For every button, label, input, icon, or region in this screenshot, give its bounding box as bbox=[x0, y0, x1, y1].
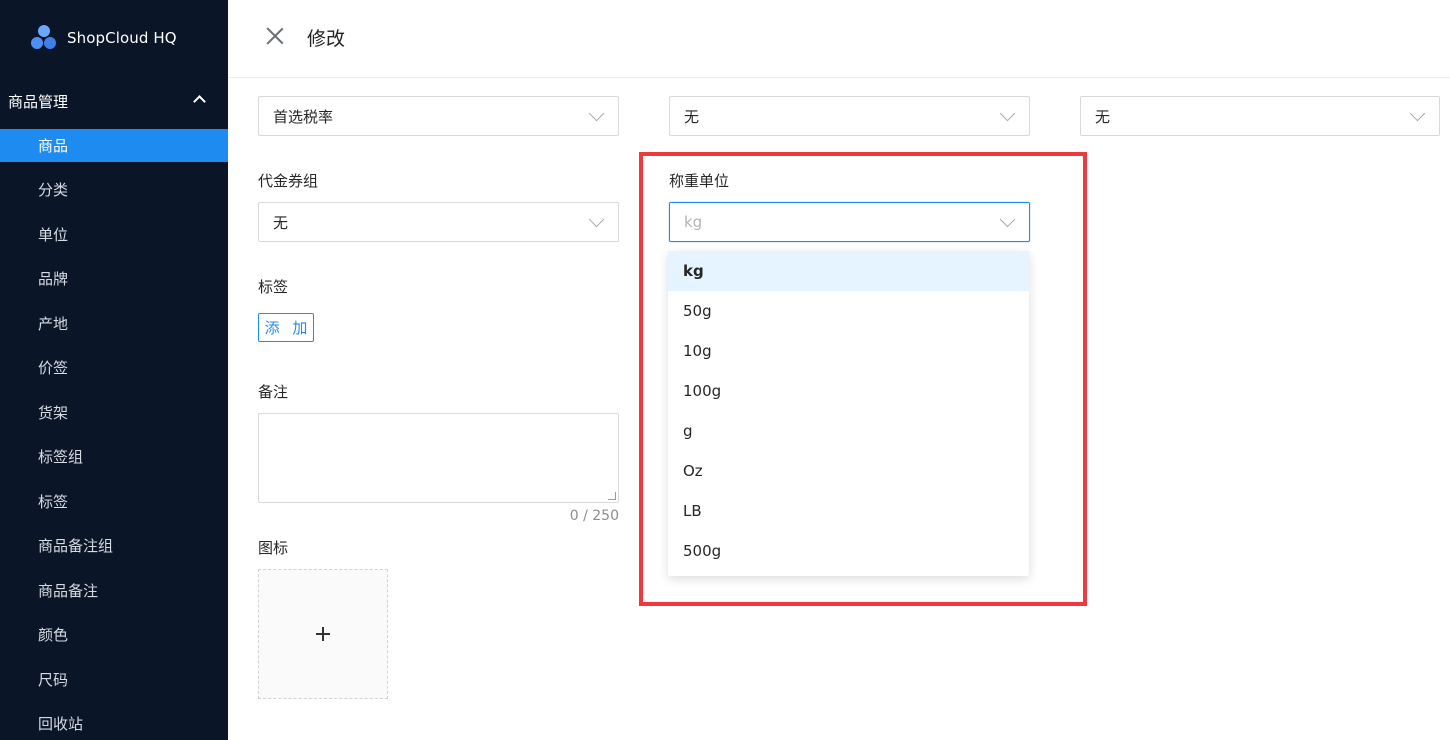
chevron-down-icon bbox=[999, 105, 1016, 122]
chevron-down-icon bbox=[1409, 105, 1426, 122]
resize-handle-icon[interactable] bbox=[608, 492, 616, 500]
sidebar-item-label: 颜色 bbox=[38, 626, 69, 644]
sidebar-item-label: 产地 bbox=[38, 315, 69, 333]
sidebar-item-label: 价签 bbox=[38, 359, 69, 377]
dropdown-option[interactable]: 500g bbox=[668, 531, 1029, 571]
sidebar-item-label: 商品备注组 bbox=[38, 537, 114, 555]
voucher-group-select[interactable]: 无 bbox=[258, 202, 619, 242]
sidebar-item-colors[interactable]: 颜色 bbox=[0, 618, 228, 651]
tags-label: 标签 bbox=[258, 278, 289, 296]
sidebar-item-price-tags[interactable]: 价签 bbox=[0, 351, 228, 384]
chevron-down-icon bbox=[999, 211, 1016, 228]
shopcloud-logo-icon bbox=[30, 25, 58, 51]
sidebar-item-remark-groups[interactable]: 商品备注组 bbox=[0, 529, 228, 562]
sidebar-item-tags[interactable]: 标签 bbox=[0, 485, 228, 518]
sidebar: ShopCloud HQ 商品管理 商品 分类 单位 品牌 产地 价签 货架 标… bbox=[0, 0, 228, 740]
weight-unit-select[interactable]: kg bbox=[669, 202, 1030, 242]
page-header: 修改 bbox=[228, 0, 1450, 78]
select-value: 无 bbox=[1095, 107, 1111, 126]
sidebar-item-label: 标签 bbox=[38, 493, 69, 511]
weight-unit-dropdown: kg 50g 10g 100g g Oz LB 500g bbox=[668, 251, 1029, 576]
select-value: 无 bbox=[684, 107, 700, 126]
sidebar-item-label: 品牌 bbox=[38, 270, 69, 288]
sidebar-item-label: 分类 bbox=[38, 181, 69, 199]
menu-group-label: 商品管理 bbox=[8, 92, 69, 111]
sidebar-item-units[interactable]: 单位 bbox=[0, 218, 228, 251]
close-icon[interactable] bbox=[266, 27, 284, 45]
dropdown-option[interactable]: LB bbox=[668, 491, 1029, 531]
voucher-group-label: 代金券组 bbox=[258, 172, 319, 190]
sidebar-item-label: 尺码 bbox=[38, 671, 69, 689]
sidebar-item-origins[interactable]: 产地 bbox=[0, 307, 228, 340]
sidebar-item-label: 商品 bbox=[38, 137, 69, 155]
sidebar-item-tag-groups[interactable]: 标签组 bbox=[0, 440, 228, 473]
add-tag-button[interactable]: 添 加 bbox=[258, 313, 314, 342]
icon-upload[interactable] bbox=[258, 569, 388, 699]
sidebar-item-label: 货架 bbox=[38, 404, 69, 422]
sidebar-item-products[interactable]: 商品 bbox=[0, 129, 228, 162]
sidebar-item-sizes[interactable]: 尺码 bbox=[0, 663, 228, 696]
dropdown-option[interactable]: 10g bbox=[668, 331, 1029, 371]
tax-rate-select[interactable]: 首选税率 bbox=[258, 96, 619, 136]
custom-report-sub-category-select[interactable]: 无 bbox=[1080, 96, 1440, 136]
chevron-down-icon bbox=[588, 211, 605, 228]
chevron-up-icon bbox=[193, 95, 206, 108]
menu-group-product-management[interactable]: 商品管理 bbox=[0, 82, 228, 120]
sidebar-item-label: 回收站 bbox=[38, 715, 84, 733]
weight-unit-label: 称重单位 bbox=[669, 172, 730, 190]
sidebar-item-label: 商品备注 bbox=[38, 582, 99, 600]
remark-textarea[interactable] bbox=[258, 413, 619, 503]
sidebar-item-label: 标签组 bbox=[38, 448, 84, 466]
dropdown-option[interactable]: 50g bbox=[668, 291, 1029, 331]
remark-char-counter: 0 / 250 bbox=[569, 508, 619, 524]
dropdown-option[interactable]: Oz bbox=[668, 451, 1029, 491]
select-value: 首选税率 bbox=[273, 107, 334, 126]
page-title: 修改 bbox=[307, 28, 346, 50]
dropdown-option[interactable]: kg bbox=[668, 251, 1029, 291]
dropdown-option[interactable]: g bbox=[668, 411, 1029, 451]
sidebar-item-remarks[interactable]: 商品备注 bbox=[0, 574, 228, 607]
custom-report-main-category-select[interactable]: 无 bbox=[669, 96, 1030, 136]
icon-label: 图标 bbox=[258, 539, 289, 557]
chevron-down-icon bbox=[588, 105, 605, 122]
sidebar-item-categories[interactable]: 分类 bbox=[0, 173, 228, 206]
sidebar-item-recycle-bin[interactable]: 回收站 bbox=[0, 707, 228, 740]
dropdown-option[interactable]: 100g bbox=[668, 371, 1029, 411]
sidebar-item-label: 单位 bbox=[38, 226, 69, 244]
sidebar-item-brands[interactable]: 品牌 bbox=[0, 262, 228, 295]
plus-icon bbox=[316, 627, 330, 641]
remark-label: 备注 bbox=[258, 383, 289, 401]
select-value: 无 bbox=[273, 213, 289, 232]
sidebar-item-shelves[interactable]: 货架 bbox=[0, 396, 228, 429]
select-placeholder: kg bbox=[684, 213, 703, 231]
brand-name: ShopCloud HQ bbox=[67, 29, 177, 47]
brand-logo[interactable]: ShopCloud HQ bbox=[30, 24, 177, 52]
